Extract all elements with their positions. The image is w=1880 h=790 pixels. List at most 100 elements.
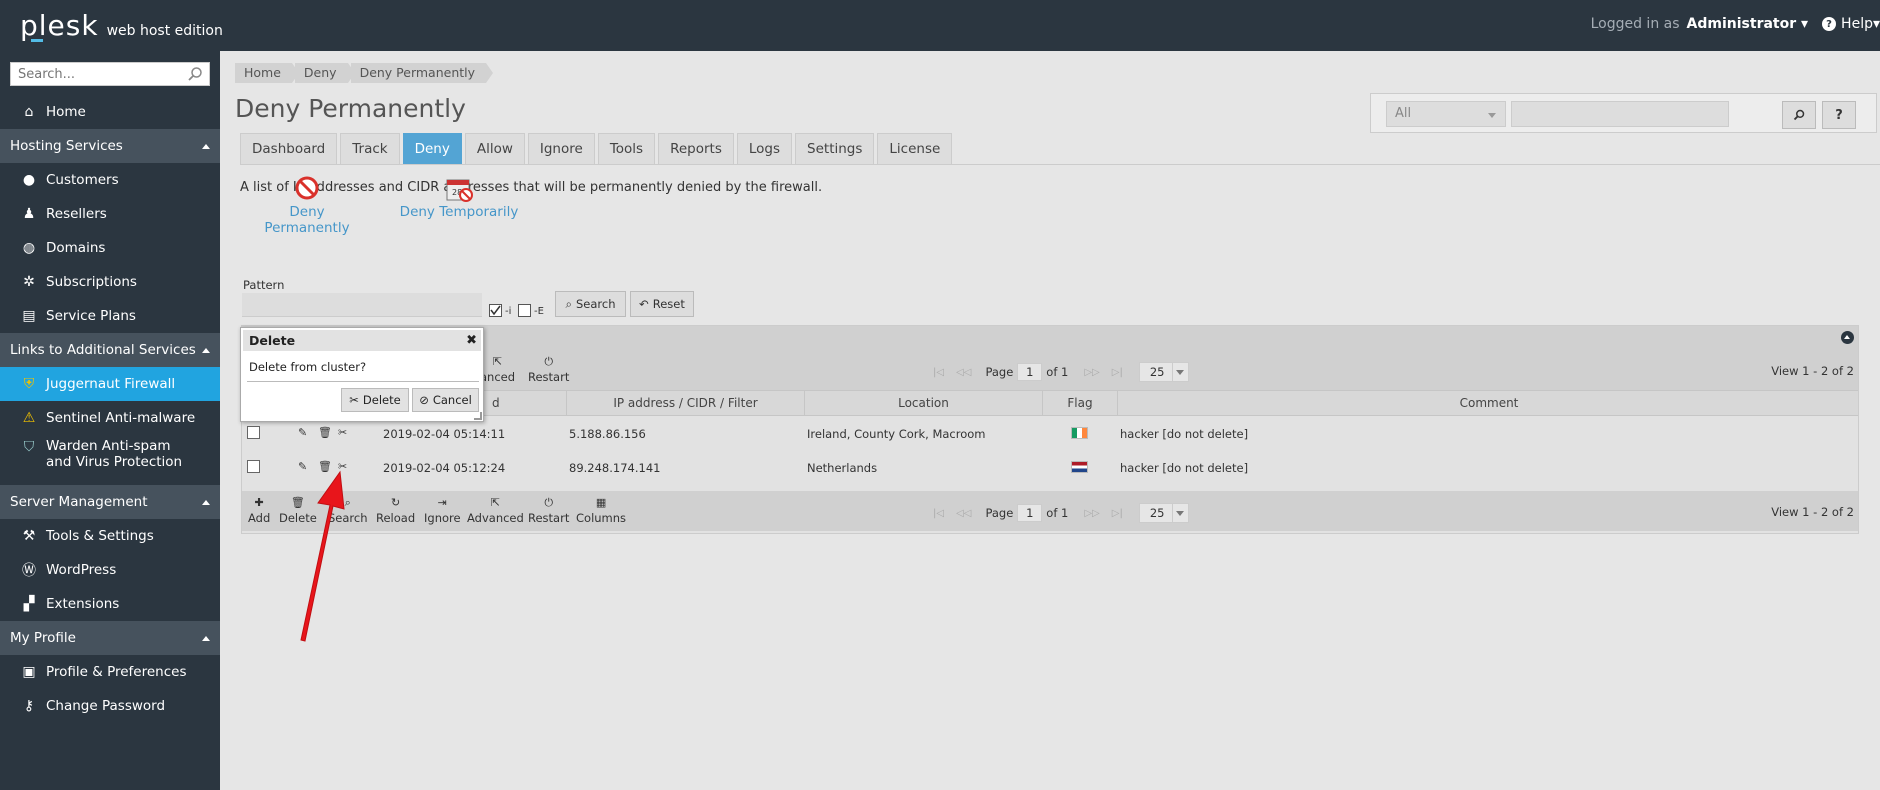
page-title: Deny Permanently xyxy=(235,94,466,123)
tab-license[interactable]: License xyxy=(877,133,953,164)
dialog-cancel-button[interactable]: ⊘ Cancel xyxy=(412,388,479,412)
collapse-panel-icon[interactable] xyxy=(1841,331,1854,344)
pattern-search-button[interactable]: ⌕ Search xyxy=(555,291,626,317)
sidebar-item-wordpress[interactable]: Ⓦ WordPress xyxy=(0,553,220,587)
user-menu[interactable]: Administrator ▾ xyxy=(1687,16,1809,32)
row-checkbox[interactable] xyxy=(247,426,260,439)
sidebar-item-service-plans[interactable]: ▤ Service Plans xyxy=(0,299,220,333)
sidebar-item-domains[interactable]: ◍ Domains xyxy=(0,231,220,265)
edit-icon[interactable]: ✎ xyxy=(298,460,307,473)
table-row[interactable]: ✎ 🗑 ✂ 2019-02-04 05:12:24 89.248.174.141… xyxy=(242,451,1858,484)
row-checkbox[interactable] xyxy=(247,460,260,473)
col-ip[interactable]: IP address / CIDR / Filter xyxy=(566,391,804,415)
tab-tools[interactable]: Tools xyxy=(597,133,656,164)
page-label: Page xyxy=(985,506,1014,520)
prev-page-icon[interactable]: ◁◁ xyxy=(956,508,971,519)
search-icon[interactable] xyxy=(187,66,203,82)
tool-ignore[interactable]: ⇥ Ignore xyxy=(424,495,461,525)
section-my-profile[interactable]: My Profile xyxy=(0,621,220,655)
page-label: Page xyxy=(985,365,1014,379)
tab-logs[interactable]: Logs xyxy=(736,133,793,164)
tab-track[interactable]: Track xyxy=(340,133,400,164)
table-row[interactable]: ✎ 🗑 ✂ 2019-02-04 05:14:11 5.188.86.156 I… xyxy=(242,417,1858,450)
last-page-icon[interactable]: ▷| xyxy=(1112,367,1123,378)
plus-icon: ✚ xyxy=(254,496,264,509)
per-page-select[interactable]: 25 xyxy=(1138,503,1189,523)
first-page-icon[interactable]: |◁ xyxy=(933,508,944,519)
col-flag[interactable]: Flag xyxy=(1042,391,1117,415)
first-page-icon[interactable]: |◁ xyxy=(933,367,944,378)
filter-help-button[interactable]: ? xyxy=(1822,101,1856,129)
filter-input[interactable] xyxy=(1511,101,1729,127)
sidebar-item-subscriptions[interactable]: ✲ Subscriptions xyxy=(0,265,220,299)
next-page-icon[interactable]: ▷▷ xyxy=(1084,367,1099,378)
sidebar-item-sentinel[interactable]: ⚠ Sentinel Anti-malware xyxy=(0,401,220,435)
section-server-management[interactable]: Server Management xyxy=(0,485,220,519)
external-icon: ⇱ xyxy=(492,355,503,368)
sidebar-item-tools-settings[interactable]: ⚒ Tools & Settings xyxy=(0,519,220,553)
case-insensitive-checkbox[interactable] xyxy=(489,304,502,317)
tool-restart-top[interactable]: ⏻ Restart xyxy=(528,354,569,384)
delete-dialog: Delete ✖ Delete from cluster? ✂ Delete ⊘ Ca… xyxy=(240,327,484,422)
section-title: Links to Additional Services xyxy=(10,342,196,358)
tool-advanced[interactable]: ⇱ Advanced xyxy=(467,495,524,525)
section-additional-services[interactable]: Links to Additional Services xyxy=(0,333,220,367)
col-location[interactable]: Location xyxy=(804,391,1042,415)
tab-ignore[interactable]: Ignore xyxy=(527,133,595,164)
col-date[interactable]: d xyxy=(482,391,566,415)
tool-add[interactable]: ✚ Add xyxy=(248,495,270,525)
logged-in-label: Logged in as xyxy=(1590,16,1680,32)
tab-allow[interactable]: Allow xyxy=(464,133,525,164)
filter-search-button[interactable] xyxy=(1782,101,1816,129)
tab-reports[interactable]: Reports xyxy=(658,133,734,164)
close-icon[interactable]: ✖ xyxy=(466,330,477,351)
scissors-icon[interactable]: ✂ xyxy=(338,460,347,473)
user-name: Administrator xyxy=(1686,16,1797,32)
per-page-select[interactable]: 25 xyxy=(1138,362,1189,382)
page-number-input[interactable]: 1 xyxy=(1017,363,1043,381)
sidebar-item-warden[interactable]: ⛉ Warden Anti-spam and Virus Protection xyxy=(0,435,220,475)
sidebar-item-change-password[interactable]: ⚷ Change Password xyxy=(0,689,220,723)
page-number-input[interactable]: 1 xyxy=(1017,504,1043,522)
breadcrumb-deny[interactable]: Deny xyxy=(294,63,355,83)
edit-icon[interactable]: ✎ xyxy=(298,426,307,439)
tool-columns[interactable]: ▦ Columns xyxy=(576,495,626,525)
tab-settings[interactable]: Settings xyxy=(795,133,875,164)
sidebar-item-customers[interactable]: ● Customers xyxy=(0,163,220,197)
tool-advanced-top[interactable]: ⇱ anced xyxy=(480,354,515,384)
dialog-delete-button[interactable]: ✂ Delete xyxy=(341,388,409,412)
sidebar-item-extensions[interactable]: ▞ Extensions xyxy=(0,587,220,621)
tool-delete[interactable]: 🗑 Delete xyxy=(279,495,317,525)
tool-label: Restart xyxy=(528,370,570,384)
help-menu[interactable]: ? Help ▾ xyxy=(1822,16,1880,32)
sidebar-item-home[interactable]: ⌂ Home xyxy=(0,95,220,129)
sidebar-item-resellers[interactable]: ♟ Resellers xyxy=(0,197,220,231)
sidebar-search-input[interactable] xyxy=(11,63,181,85)
tab-deny[interactable]: Deny xyxy=(402,133,462,164)
last-page-icon[interactable]: ▷| xyxy=(1112,508,1123,519)
tool-search[interactable]: ⌕ Search xyxy=(328,495,368,525)
trash-icon[interactable]: 🗑 xyxy=(318,426,332,439)
filter-select[interactable]: All xyxy=(1386,101,1506,127)
pattern-reset-button[interactable]: ↶ Reset xyxy=(630,291,694,317)
deny-permanently-button[interactable]: Deny Permanently xyxy=(247,176,367,236)
pattern-input[interactable] xyxy=(242,293,482,317)
deny-temporarily-button[interactable]: 28 Deny Temporarily xyxy=(389,176,529,220)
next-page-icon[interactable]: ▷▷ xyxy=(1084,508,1099,519)
col-comment[interactable]: Comment xyxy=(1117,391,1860,415)
sidebar-item-label: Sentinel Anti-malware xyxy=(46,410,196,426)
tool-restart[interactable]: ⏻ Restart xyxy=(528,495,569,525)
prev-page-icon[interactable]: ◁◁ xyxy=(956,367,971,378)
resize-grip[interactable] xyxy=(474,412,482,420)
toolbar-top: ⇱ anced ⏻ Restart |◁ ◁◁ Page 1 of 1 ▷▷ ▷| 25… xyxy=(242,350,1858,390)
scissors-icon[interactable]: ✂ xyxy=(338,426,347,439)
sidebar-item-profile[interactable]: ▣ Profile & Preferences xyxy=(0,655,220,689)
tab-dashboard[interactable]: Dashboard xyxy=(240,133,338,164)
breadcrumb-home[interactable]: Home xyxy=(235,63,299,83)
section-hosting-services[interactable]: Hosting Services xyxy=(0,129,220,163)
plesk-logo[interactable]: plesk web host edition xyxy=(20,9,223,42)
tool-reload[interactable]: ↻ Reload xyxy=(376,495,415,525)
trash-icon[interactable]: 🗑 xyxy=(318,460,332,473)
extended-regex-checkbox[interactable] xyxy=(518,304,531,317)
sidebar-item-juggernaut-firewall[interactable]: ⛨ Juggernaut Firewall xyxy=(0,367,220,401)
